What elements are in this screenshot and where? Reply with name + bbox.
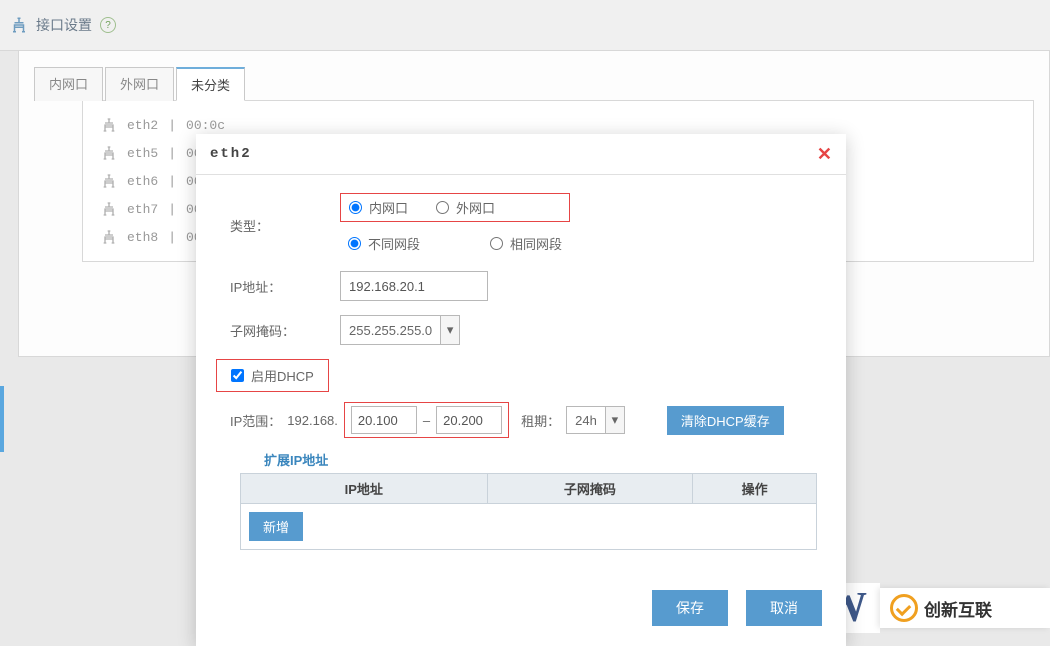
col-mask: 子网掩码	[488, 474, 694, 503]
type-label: 类型：	[220, 216, 340, 235]
enable-dhcp-checkbox[interactable]: 启用DHCP	[216, 359, 329, 392]
cancel-button[interactable]: 取消	[746, 590, 822, 626]
col-action: 操作	[693, 474, 816, 503]
tab-wan[interactable]: 外网口	[105, 67, 174, 101]
help-icon[interactable]: ?	[100, 17, 116, 33]
iface-name: eth7	[127, 202, 158, 217]
network-icon	[10, 16, 28, 34]
dialog-titlebar: eth2 ✕	[196, 134, 846, 175]
save-button[interactable]: 保存	[652, 590, 728, 626]
iface-name: eth6	[127, 174, 158, 189]
page-title: 接口设置	[36, 15, 92, 35]
configure-interface-dialog: eth2 ✕ 类型： 内网口 外网口 不同网段 相同网段 IP地址： 子网掩码：	[196, 134, 846, 646]
dialog-footer: 保存 取消	[196, 578, 846, 646]
ip-range-group: –	[344, 402, 509, 438]
iface-name: eth8	[127, 230, 158, 245]
lease-label: 租期：	[521, 411, 560, 430]
range-from-field[interactable]	[351, 406, 417, 434]
radio-same-segment[interactable]: 相同网段	[490, 234, 562, 253]
close-icon[interactable]: ✕	[817, 144, 832, 165]
ip-label: IP地址：	[220, 277, 340, 296]
segment-radio-group: 不同网段 相同网段	[340, 230, 570, 257]
radio-lan[interactable]: 内网口	[349, 198, 408, 217]
radio-wan[interactable]: 外网口	[436, 198, 495, 217]
network-icon	[101, 117, 117, 133]
ip-address-field[interactable]	[340, 271, 488, 301]
iface-name: eth2	[127, 118, 158, 133]
network-icon	[101, 229, 117, 245]
range-to-field[interactable]	[436, 406, 502, 434]
dialog-title: eth2	[210, 146, 252, 162]
subnet-mask-select[interactable]: 255.255.255.0 ▾	[340, 315, 460, 345]
accent-bar	[0, 386, 4, 452]
iface-mac: 00:0c	[186, 118, 225, 133]
radio-diff-segment[interactable]: 不同网段	[348, 234, 420, 253]
network-icon	[101, 201, 117, 217]
range-label: IP范围：	[230, 411, 281, 430]
add-button[interactable]: 新增	[249, 512, 303, 541]
chevron-down-icon[interactable]: ▾	[605, 407, 624, 433]
footer-logos: W 创新互联	[812, 583, 1050, 633]
col-ip: IP地址	[241, 474, 488, 503]
table-header: IP地址 子网掩码 操作	[241, 474, 816, 504]
lease-select[interactable]: 24h ▾	[566, 406, 625, 434]
clear-dhcp-cache-button[interactable]: 清除DHCP缓存	[667, 406, 784, 435]
chevron-down-icon[interactable]: ▾	[440, 316, 459, 344]
dialog-body: 类型： 内网口 外网口 不同网段 相同网段 IP地址： 子网掩码： 255.25…	[196, 175, 846, 568]
logo-cx: 创新互联	[880, 588, 1050, 628]
type-radio-group: 内网口 外网口	[340, 193, 570, 222]
tab-lan[interactable]: 内网口	[34, 67, 103, 101]
extended-ip-table: IP地址 子网掩码 操作 新增	[240, 473, 817, 550]
iface-name: eth5	[127, 146, 158, 161]
extended-ip-title: 扩展IP地址	[264, 450, 822, 469]
network-icon	[101, 173, 117, 189]
page-header: 接口设置 ?	[0, 0, 1050, 51]
range-prefix: 192.168.	[287, 413, 338, 428]
network-icon	[101, 145, 117, 161]
mask-label: 子网掩码：	[220, 321, 340, 340]
tabs: 内网口 外网口 未分类	[34, 66, 1034, 101]
check-circle-icon	[890, 594, 918, 622]
tab-uncategorized[interactable]: 未分类	[176, 67, 245, 101]
